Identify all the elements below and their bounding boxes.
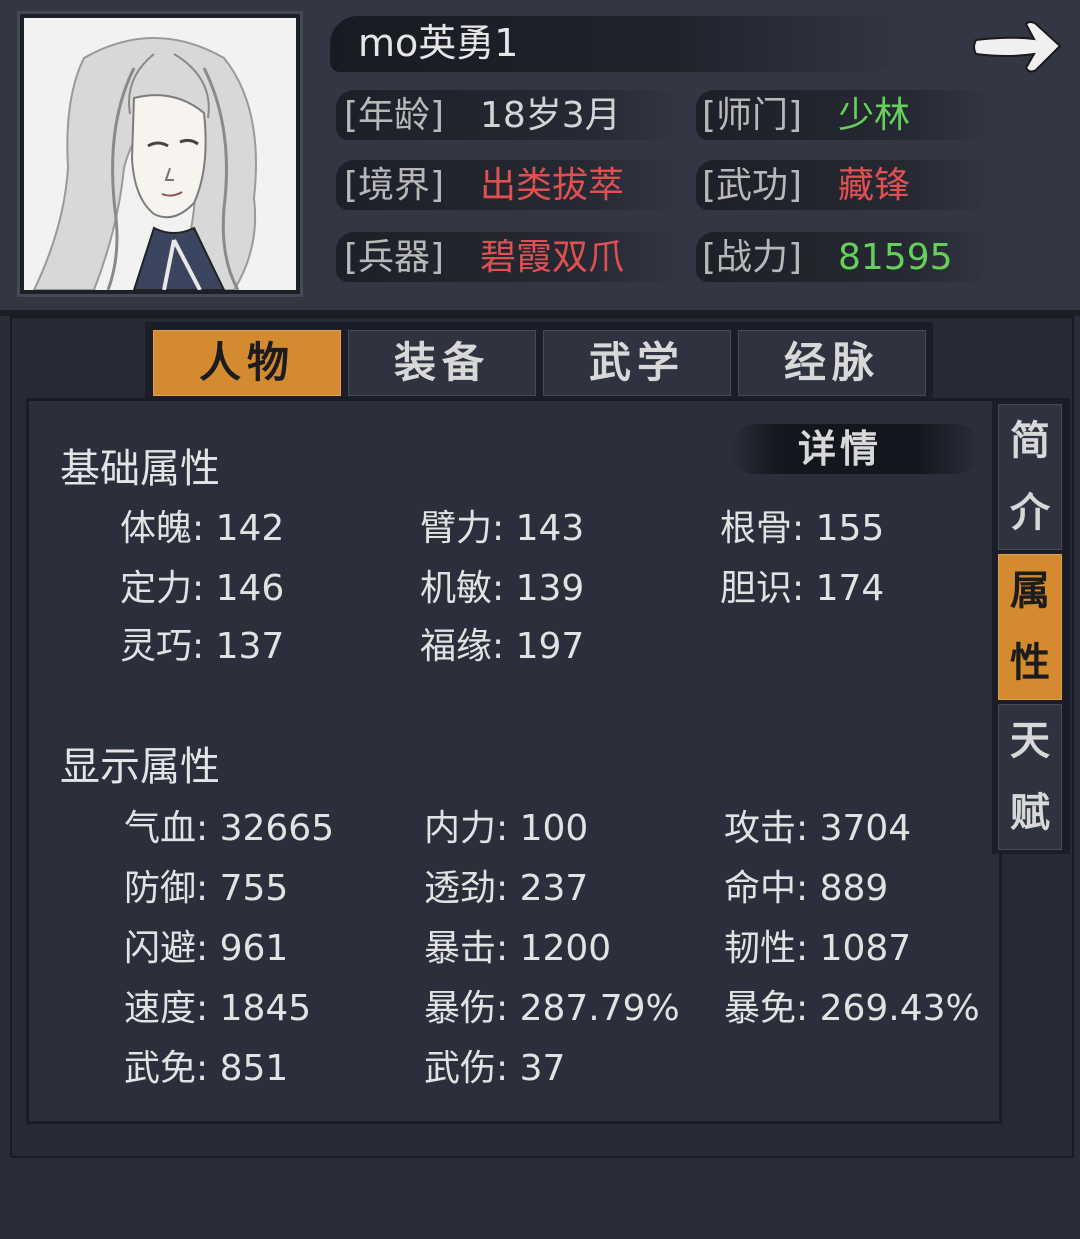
info-row-1: [年龄] 18岁3月 [师门] 少林 xyxy=(0,86,1080,146)
side-tab-intro[interactable]: 简 介 xyxy=(998,404,1062,550)
stat-dexterity: 灵巧: 137 xyxy=(120,626,285,667)
info-row-2: [境界] 出类拔萃 [武功] 藏锋 xyxy=(0,156,1080,216)
stat-dodge: 闪避: 961 xyxy=(124,928,289,969)
player-name: mo英勇1 xyxy=(358,21,519,65)
combat-power-label: [战力] xyxy=(702,237,803,278)
side-tab-attributes-char-2: 性 xyxy=(1010,639,1050,686)
next-arrow-button[interactable] xyxy=(968,12,1068,82)
tab-martial-arts[interactable]: 武学 xyxy=(543,330,731,396)
stat-martial-damage: 武伤: 37 xyxy=(424,1048,566,1089)
stat-penetration: 透劲: 237 xyxy=(424,868,589,909)
stat-crit-damage: 暴伤: 287.79% xyxy=(424,988,680,1029)
side-tab-talents-char-2: 赋 xyxy=(1010,789,1050,836)
side-tab-attributes[interactable]: 属 性 xyxy=(998,554,1062,700)
stat-hit: 命中: 889 xyxy=(724,868,889,909)
character-screen: mo英勇1 [年龄] 18岁3月 [师门] 少林 [境界] 出类拔萃 [武功] … xyxy=(0,0,1080,1239)
stat-courage: 胆识: 174 xyxy=(720,568,885,609)
display-attributes-title: 显示属性 xyxy=(60,744,220,790)
stat-composure: 定力: 146 xyxy=(120,568,285,609)
character-header: mo英勇1 [年龄] 18岁3月 [师门] 少林 [境界] 出类拔萃 [武功] … xyxy=(0,0,1080,316)
stat-attack: 攻击: 3704 xyxy=(724,808,912,849)
side-tab-intro-char-2: 介 xyxy=(1010,489,1050,536)
stat-tenacity: 韧性: 1087 xyxy=(724,928,912,969)
martial-skill-value: 藏锋 xyxy=(838,165,911,206)
side-tab-talents[interactable]: 天 赋 xyxy=(998,704,1062,850)
age-value: 18岁3月 xyxy=(480,95,621,136)
stat-crit-resist: 暴免: 269.43% xyxy=(724,988,980,1029)
sect-label: [师门] xyxy=(702,95,803,136)
tab-character[interactable]: 人物 xyxy=(153,330,341,396)
tab-equipment[interactable]: 装备 xyxy=(348,330,536,396)
stat-fortune: 福缘: 197 xyxy=(420,626,585,667)
combat-power-value: 81595 xyxy=(838,237,953,278)
sect-value: 少林 xyxy=(838,95,911,136)
weapon-label: [兵器] xyxy=(344,237,445,278)
stat-bone: 根骨: 155 xyxy=(720,508,885,549)
basic-attributes-title: 基础属性 xyxy=(60,446,220,492)
info-row-3: [兵器] 碧霞双爪 [战力] 81595 xyxy=(0,228,1080,288)
stat-inner-power: 内力: 100 xyxy=(424,808,589,849)
stat-defense: 防御: 755 xyxy=(124,868,289,909)
side-tab-talents-char-1: 天 xyxy=(1010,717,1050,764)
stat-agility: 机敏: 139 xyxy=(420,568,585,609)
stat-arm-strength: 臂力: 143 xyxy=(420,508,585,549)
side-tab-bar: 简 介 属 性 天 赋 xyxy=(992,398,1070,854)
arrow-right-icon xyxy=(973,21,1062,73)
martial-skill-label: [武功] xyxy=(702,165,803,206)
top-tab-bar: 人物 装备 武学 经脉 xyxy=(145,322,933,398)
stat-crit: 暴击: 1200 xyxy=(424,928,612,969)
realm-label: [境界] xyxy=(344,165,445,206)
side-tab-intro-char-1: 简 xyxy=(1010,417,1050,464)
realm-value: 出类拔萃 xyxy=(480,165,625,206)
side-tab-attributes-char-1: 属 xyxy=(1010,567,1050,614)
stat-hp: 气血: 32665 xyxy=(124,808,335,849)
stat-martial-resist: 武免: 851 xyxy=(124,1048,289,1089)
details-button[interactable]: 详情 xyxy=(790,422,890,476)
tab-meridians[interactable]: 经脉 xyxy=(738,330,926,396)
stat-physique: 体魄: 142 xyxy=(120,508,285,549)
age-label: [年龄] xyxy=(344,95,445,136)
weapon-value: 碧霞双爪 xyxy=(480,237,625,278)
stat-speed: 速度: 1845 xyxy=(124,988,312,1029)
